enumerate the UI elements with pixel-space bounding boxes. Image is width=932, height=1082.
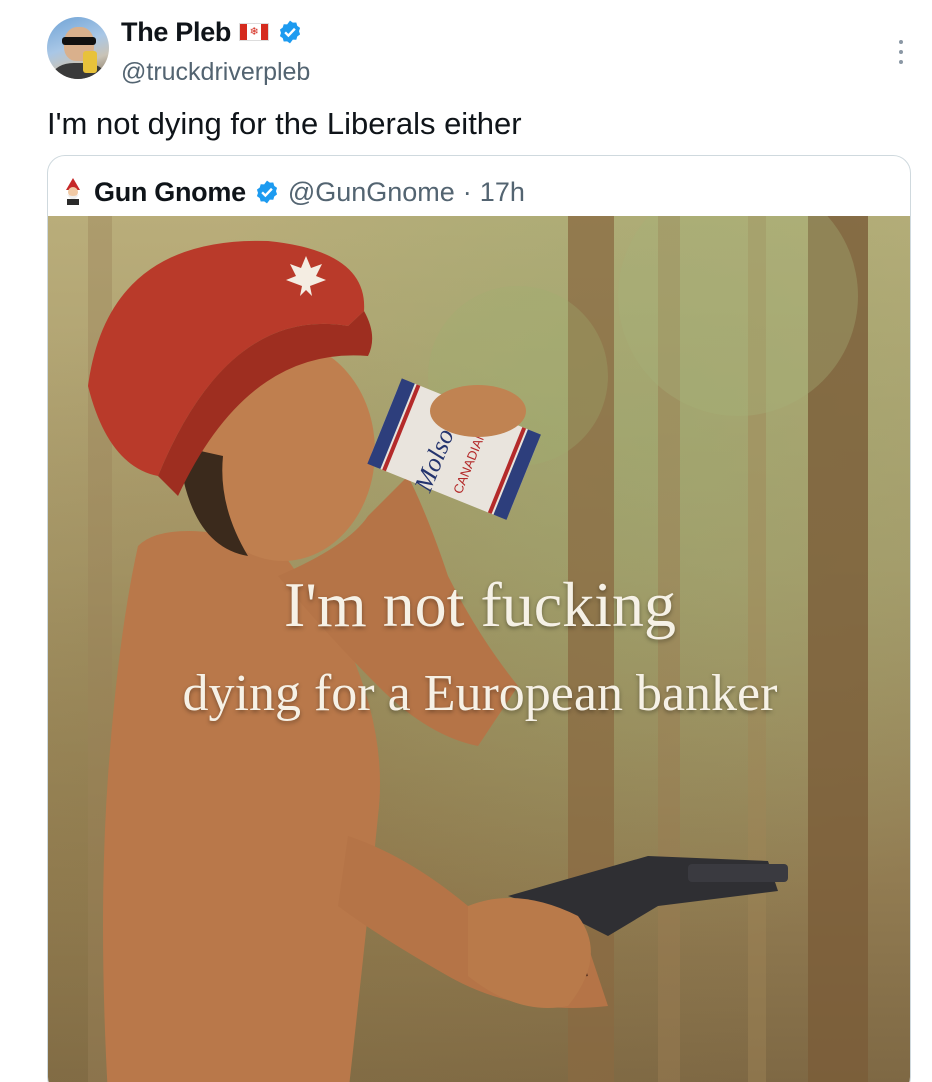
verified-badge-icon: [280, 20, 301, 44]
author-handle[interactable]: @truckdriverpleb: [121, 58, 310, 87]
meme-caption-line-2: dying for a European banker: [182, 665, 778, 722]
author-display-name[interactable]: The Pleb: [121, 17, 231, 48]
avatar[interactable]: [47, 17, 109, 79]
tweet-text: I'm not dying for the Liberals either: [47, 106, 522, 141]
quoted-tweet-header: Gun Gnome @GunGnome · 17h: [60, 172, 525, 212]
tweet: The Pleb ❄ @truckdriverpleb I'm not dyin…: [0, 0, 932, 1082]
quoted-image[interactable]: Molson CANADIAN I'm not fucking dying fo…: [48, 216, 910, 1082]
separator-dot: ·: [462, 176, 472, 207]
gnome-avatar-icon: [66, 178, 80, 205]
quoted-tweet[interactable]: Gun Gnome @GunGnome · 17h Molson CANADIA…: [47, 155, 911, 1082]
quoted-display-name[interactable]: Gun Gnome: [94, 177, 246, 208]
canada-flag-icon: ❄: [239, 23, 270, 41]
illustration: Molson CANADIAN: [88, 216, 868, 1082]
more-options-icon[interactable]: [896, 40, 906, 64]
quoted-timestamp[interactable]: 17h: [480, 177, 525, 208]
quoted-handle[interactable]: @GunGnome: [288, 177, 455, 208]
meme-caption-line-1: I'm not fucking: [284, 569, 676, 640]
verified-badge-icon: [256, 180, 277, 204]
author-name-row: The Pleb ❄: [121, 14, 303, 50]
